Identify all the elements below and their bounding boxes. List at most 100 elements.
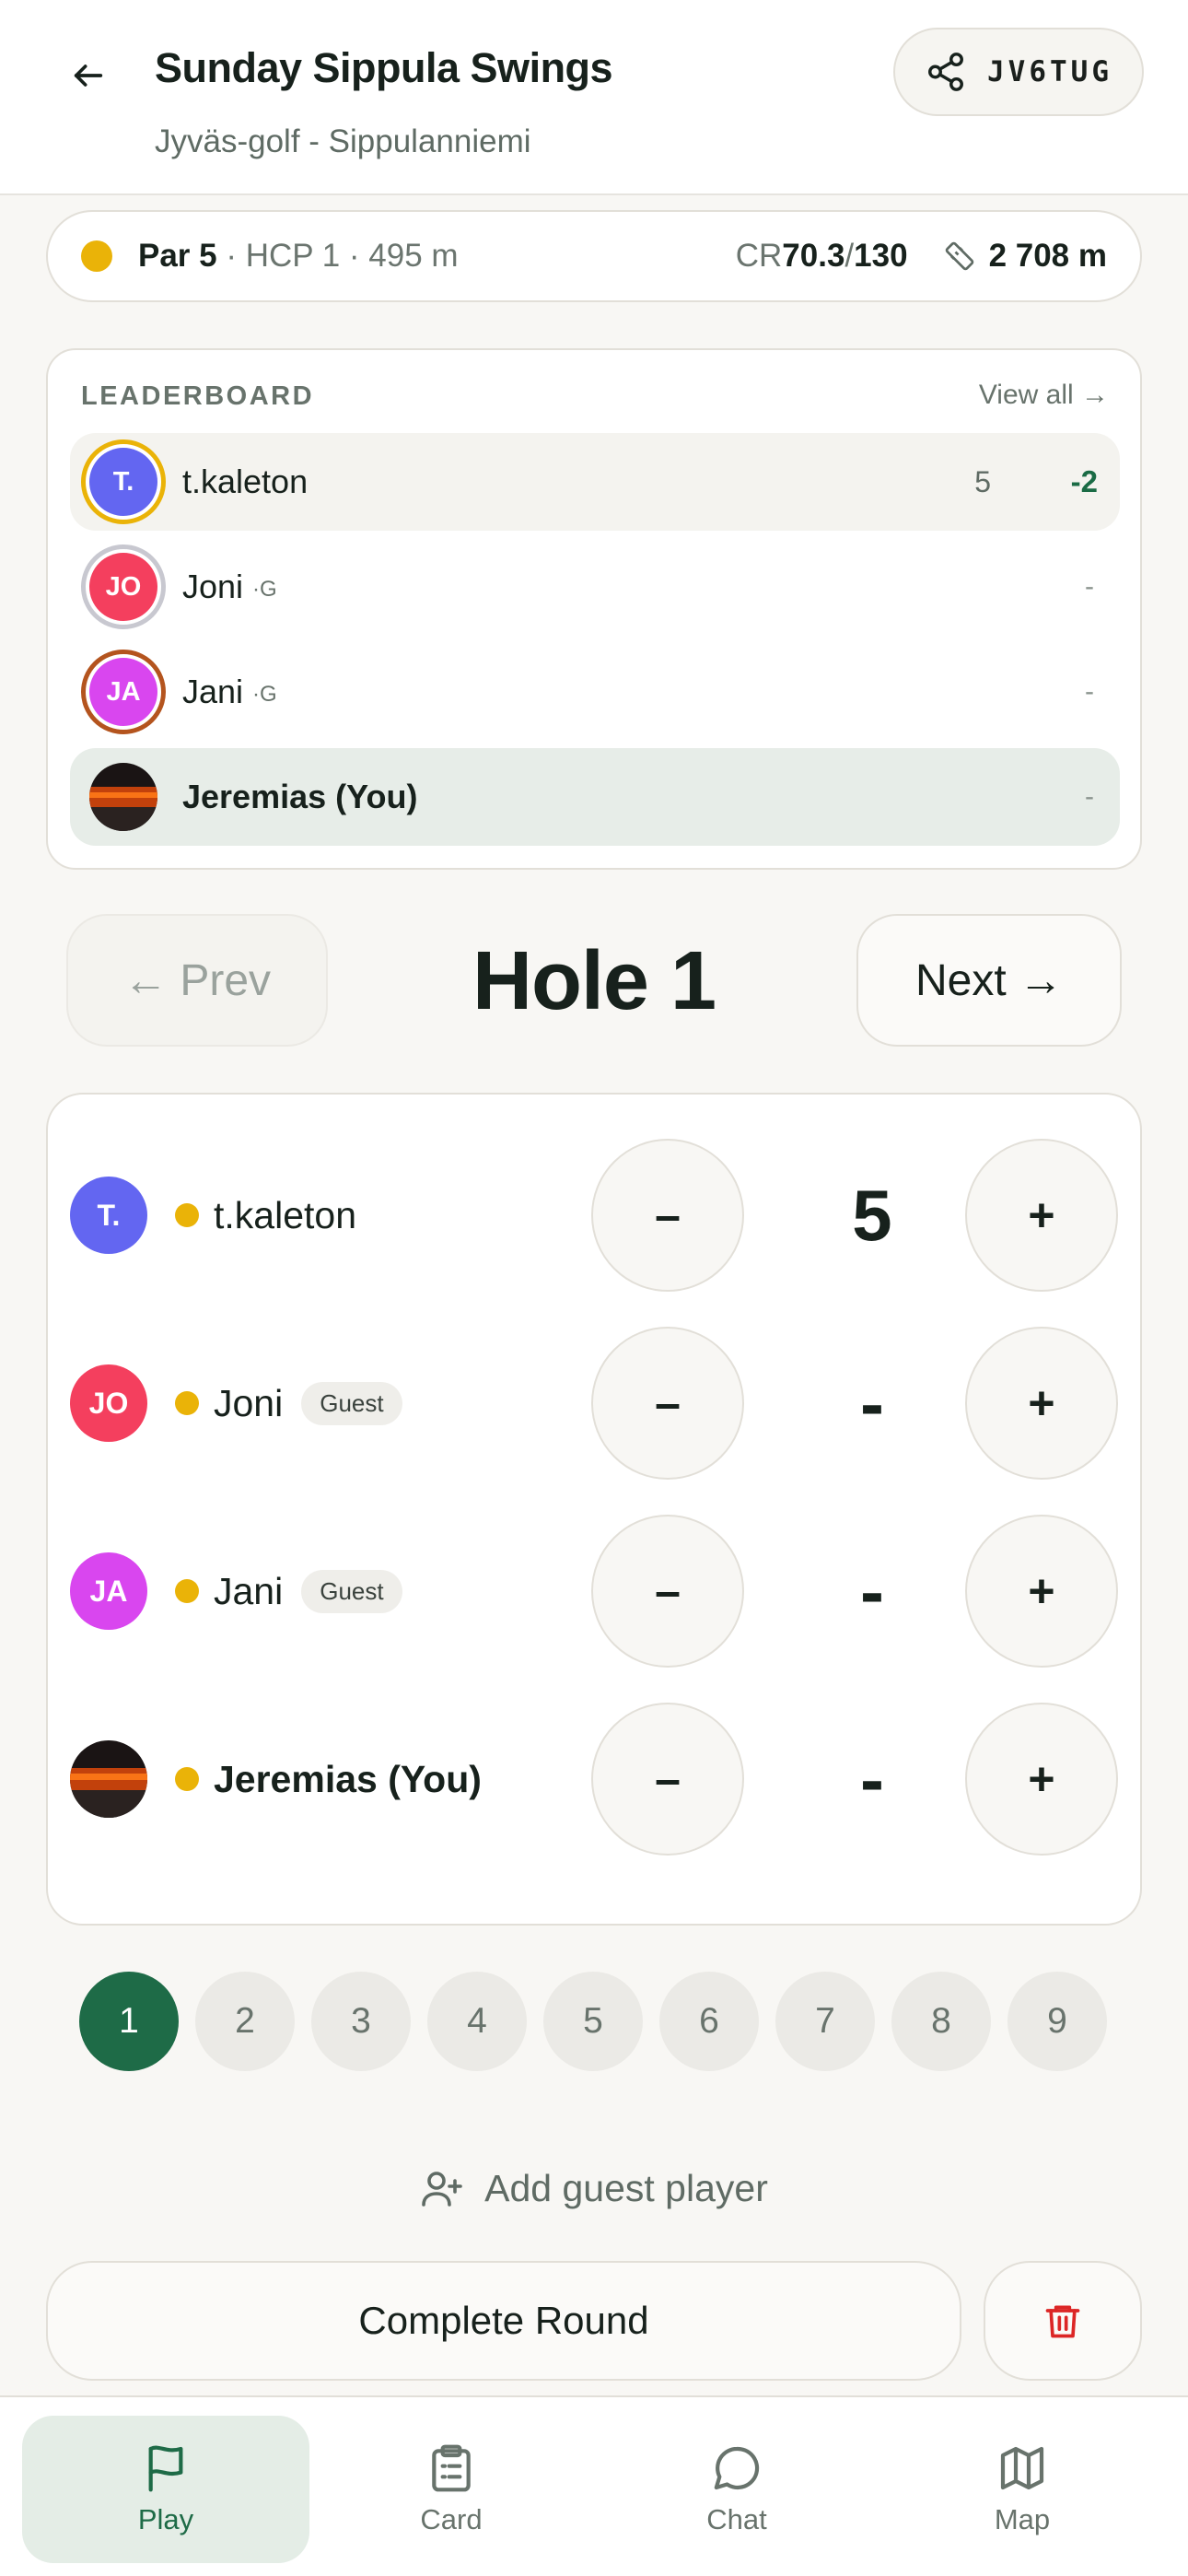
avatar-initials: JA xyxy=(89,658,157,726)
player-name-text: Jani xyxy=(214,1569,284,1612)
score-to-par: - xyxy=(1085,781,1094,812)
prev-hole-button[interactable]: ← Prev xyxy=(66,914,328,1047)
guest-badge: Guest xyxy=(301,1569,402,1613)
hole-chip-5[interactable]: 5 xyxy=(543,1972,643,2071)
header: Sunday Sippula Swings Jyväs-golf - Sippu… xyxy=(0,0,1188,195)
view-all-link[interactable]: View all → xyxy=(979,380,1109,411)
slope-value: 130 xyxy=(854,238,908,274)
cr-value: 70.3 xyxy=(782,238,845,274)
player-name: t.kaleton xyxy=(214,1193,356,1236)
player-name-text: Joni xyxy=(182,568,244,605)
player-name: t.kaleton xyxy=(182,463,309,500)
par-label: Par 5 xyxy=(138,238,217,274)
player-name: Joni ·G xyxy=(182,538,277,636)
avatar xyxy=(81,755,166,839)
decrease-score-button[interactable]: – xyxy=(591,1139,744,1292)
increase-score-button[interactable]: + xyxy=(965,1139,1118,1292)
hole-chip-2[interactable]: 2 xyxy=(195,1972,295,2071)
increase-score-button[interactable]: + xyxy=(965,1703,1118,1856)
guest-tag: ·G xyxy=(252,682,277,707)
tab-card[interactable]: Card xyxy=(308,2416,595,2563)
hole-details: · HCP 1 · 495 m xyxy=(216,238,459,274)
delete-round-button[interactable] xyxy=(984,2261,1142,2381)
tab-label: Chat xyxy=(706,2503,767,2535)
decrease-score-button[interactable]: – xyxy=(591,1327,744,1480)
increase-score-button[interactable]: + xyxy=(965,1515,1118,1668)
complete-round-button[interactable]: Complete Round xyxy=(46,2261,961,2381)
hole-chip-7[interactable]: 7 xyxy=(775,1972,875,2071)
tab-label: Play xyxy=(137,2503,194,2535)
avatar xyxy=(70,1740,147,1818)
hole-chip-6[interactable]: 6 xyxy=(659,1972,759,2071)
course-length: 2 708 m xyxy=(988,238,1107,274)
player-name: Jeremias (You) xyxy=(214,1757,482,1800)
course-subtitle: Jyväs-golf - Sippulanniemi xyxy=(155,123,531,159)
next-hole-button[interactable]: Next → xyxy=(856,914,1122,1047)
leaderboard-row[interactable]: Jeremias (You) - xyxy=(70,748,1120,846)
guest-badge: Guest xyxy=(301,1381,402,1425)
leaderboard-row[interactable]: JA Jani ·G - xyxy=(70,643,1120,741)
clipboard-list-icon xyxy=(432,2444,471,2492)
stroke-count: - xyxy=(860,1362,884,1444)
hole-info: Par 5 · HCP 1 · 495 m xyxy=(138,238,459,275)
player-score-row: JO Joni Guest – - + xyxy=(48,1325,1144,1481)
avatar: JA xyxy=(81,650,166,734)
hole-chip-4[interactable]: 4 xyxy=(427,1972,527,2071)
player-name-text: Jani xyxy=(182,673,244,710)
bottom-tab-bar: Play Card Chat Map xyxy=(0,2395,1188,2576)
decrease-score-button[interactable]: – xyxy=(591,1703,744,1856)
cr-label: CR xyxy=(735,238,783,274)
add-guest-button[interactable]: Add guest player xyxy=(0,2147,1188,2230)
leaderboard-row[interactable]: JO Joni ·G - xyxy=(70,538,1120,636)
score-entry-card: T. t.kaleton – 5 + JO Joni Guest – - + JA… xyxy=(46,1093,1142,1926)
leaderboard-row[interactable]: T. t.kaleton 5 -2 xyxy=(70,433,1120,531)
stroke-count: - xyxy=(860,1550,884,1632)
share-icon xyxy=(928,53,963,91)
ruler-icon xyxy=(943,240,976,273)
avatar: T. xyxy=(70,1177,147,1254)
flag-icon xyxy=(148,2445,183,2492)
tee-color-dot xyxy=(175,1203,199,1227)
hole-chip-3[interactable]: 3 xyxy=(311,1972,411,2071)
course-info-bar: Par 5 · HCP 1 · 495 m CR 70.3 / 130 2 70… xyxy=(46,210,1142,302)
tee-color-dot xyxy=(175,1579,199,1603)
player-name-text: Joni xyxy=(214,1381,284,1424)
player-name: Jeremias (You) xyxy=(182,778,418,815)
chat-bubble-icon xyxy=(714,2446,760,2490)
tab-play[interactable]: Play xyxy=(22,2416,309,2563)
leaderboard: LEADERBOARD View all → T. t.kaleton 5 -2… xyxy=(46,348,1142,870)
share-code: JV6TUG xyxy=(987,55,1112,88)
player-score-row: Jeremias (You) – - + xyxy=(48,1701,1144,1857)
user-plus-icon xyxy=(422,2172,462,2207)
hole-chip-1[interactable]: 1 xyxy=(79,1972,179,2071)
decrease-score-button[interactable]: – xyxy=(591,1515,744,1668)
tab-label: Card xyxy=(420,2503,483,2535)
hole-selector: 1 2 3 4 5 6 7 8 9 xyxy=(79,1972,1107,2071)
tee-color-dot xyxy=(175,1767,199,1791)
hole-chip-9[interactable]: 9 xyxy=(1007,1972,1107,2071)
slope-separator: / xyxy=(844,238,855,274)
back-button[interactable] xyxy=(59,46,118,105)
stroke-count: - xyxy=(860,1738,884,1820)
trash-icon xyxy=(1045,2305,1080,2338)
arrow-left-icon xyxy=(74,64,103,87)
holes-played: 5 xyxy=(974,464,991,498)
avatar: JA xyxy=(70,1552,147,1630)
page-title: Sunday Sippula Swings xyxy=(155,44,613,91)
score-to-par: - xyxy=(1085,676,1094,707)
increase-score-button[interactable]: + xyxy=(965,1327,1118,1480)
user-photo-avatar xyxy=(70,1740,147,1818)
tab-map[interactable]: Map xyxy=(879,2416,1166,2563)
avatar-initials: T. xyxy=(89,448,157,516)
avatar: JO xyxy=(81,544,166,629)
player-name: Jani Guest xyxy=(214,1513,402,1669)
score-to-par: - xyxy=(1085,571,1094,602)
avatar-initials: JO xyxy=(89,553,157,621)
hole-chip-8[interactable]: 8 xyxy=(891,1972,991,2071)
avatar: T. xyxy=(81,439,166,524)
tee-color-dot xyxy=(175,1391,199,1415)
guest-tag: ·G xyxy=(252,577,277,602)
player-score-row: T. t.kaleton – 5 + xyxy=(48,1137,1144,1294)
share-button[interactable]: JV6TUG xyxy=(893,28,1144,116)
tab-chat[interactable]: Chat xyxy=(593,2416,880,2563)
